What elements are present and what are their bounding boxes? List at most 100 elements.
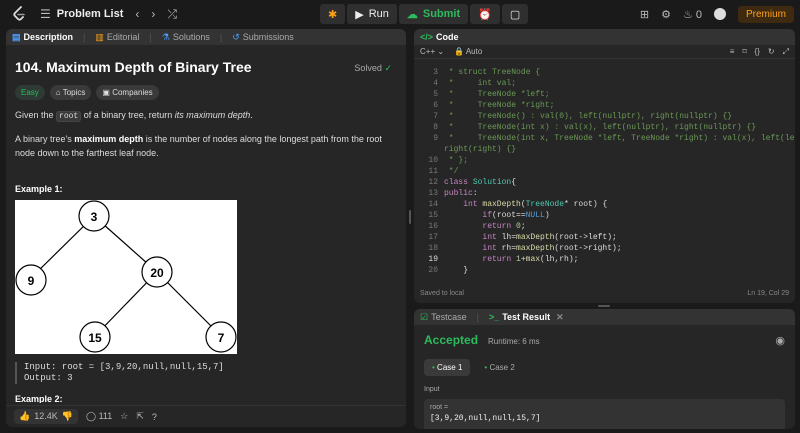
tab-test-result[interactable]: >_ Test Result ✕ [489, 312, 564, 323]
code-line[interactable]: 13 public: [414, 188, 795, 199]
code-line[interactable]: 8 * TreeNode(int x) : val(x), left(nullp… [414, 122, 795, 133]
svg-text:20: 20 [150, 266, 164, 280]
shuffle-icon[interactable]: ⤮ [167, 7, 177, 22]
horizontal-resize-handle[interactable] [598, 305, 610, 307]
like-count: 12.4K [34, 411, 58, 421]
code-line[interactable]: right(right) {} [414, 144, 795, 155]
code-line[interactable]: 12 class Solution{ [414, 177, 795, 188]
description-tabs: ▤ Description | ▥ Editorial | ⚗ Solutions |… [6, 29, 406, 45]
code-line[interactable]: 20 } [414, 265, 795, 276]
code-brackets-icon: </> [420, 32, 434, 42]
code-text: * TreeNode *right; [444, 101, 555, 110]
editor-status-bar: Saved to local Ln 19, Col 29 [420, 290, 789, 297]
code-editor[interactable]: 3 * struct TreeNode {4 * int val; 5 * Tre… [414, 67, 795, 279]
svg-text:15: 15 [88, 331, 102, 345]
code-line[interactable]: 5 * TreeNode *left; [414, 89, 795, 100]
companies-tag[interactable]: ▣ Companies [96, 85, 159, 100]
line-number: 18 [428, 244, 438, 253]
result-tabs: ☑ Testcase | >_ Test Result ✕ [414, 309, 795, 325]
code-line[interactable]: 16 return 0; [414, 221, 795, 232]
tree-node: 3 [78, 200, 110, 232]
help-icon[interactable]: ? [152, 412, 157, 422]
layout-grid-icon[interactable]: ⊞ [640, 8, 649, 21]
chevron-down-icon: ⌄ [437, 47, 445, 56]
avatar[interactable] [713, 8, 726, 20]
streak-fire-icon[interactable]: ♨ 0 [683, 8, 702, 21]
share-icon[interactable]: ⇱ [136, 411, 144, 422]
tab-submissions[interactable]: ↺ Submissions [232, 32, 294, 43]
tab-solutions[interactable]: ⚗ Solutions [162, 32, 210, 43]
code-text: } [444, 266, 469, 275]
tab-testcase[interactable]: ☑ Testcase [420, 312, 467, 323]
line-number: 11 [428, 167, 438, 176]
terminal-icon: >_ [488, 312, 500, 322]
line-number: 19 [428, 255, 438, 264]
code-line[interactable]: 17 int lh=maxDepth(root->left); [414, 232, 795, 243]
code-line[interactable]: 15 if(root==NULL) [414, 210, 795, 221]
leetcode-logo-icon[interactable] [12, 6, 26, 22]
code-line[interactable]: 6 * TreeNode *right; [414, 100, 795, 111]
tab-editorial[interactable]: ▥ Editorial [95, 32, 139, 43]
submit-button[interactable]: ☁ Submit [398, 4, 469, 24]
tab-code[interactable]: </> Code [420, 32, 459, 42]
auto-mode[interactable]: 🔒 Auto [454, 47, 482, 56]
code-line[interactable]: 19 return 1+max(lh,rh); [414, 254, 795, 265]
bug-icon: ✱ [328, 8, 338, 21]
line-number: 5 [433, 90, 438, 99]
line-number: 4 [433, 79, 438, 88]
difficulty-badge: Easy [15, 85, 45, 100]
code-text: * TreeNode() : val(0), left(nullptr), ri… [444, 112, 733, 121]
premium-button[interactable]: Premium [737, 5, 794, 23]
vertical-resize-handle[interactable] [409, 210, 411, 224]
close-icon[interactable]: ✕ [556, 312, 564, 323]
example-1-io: Input: root = [3,9,20,null,null,15,7] Ou… [15, 362, 398, 384]
timer-button[interactable]: ⏰ [470, 4, 500, 24]
problem-list-icon[interactable]: ☰ [40, 7, 51, 21]
code-text: * TreeNode *left; [444, 90, 550, 99]
code-text: return 0; [482, 222, 526, 231]
line-number: 16 [428, 222, 438, 231]
language-select[interactable]: C++ ⌄ [420, 47, 444, 56]
code-line[interactable]: 18 int rh=maxDepth(root->right); [414, 243, 795, 254]
favorite-star-icon[interactable]: ☆ [120, 411, 128, 422]
code-line[interactable]: 3 * struct TreeNode { [414, 67, 795, 78]
comments-button[interactable]: ◯ 111 [86, 411, 112, 422]
bookmark-icon[interactable]: ⌑ [742, 47, 746, 57]
line-number: 6 [433, 101, 438, 110]
braces-icon[interactable]: {} [755, 47, 760, 57]
code-text: right(right) {} [444, 145, 517, 154]
case-2-tab[interactable]: • Case 2 [476, 359, 522, 376]
thumbs-down-icon[interactable]: 👎 [62, 411, 73, 422]
fullscreen-icon[interactable]: ⤢ [783, 47, 789, 57]
code-line[interactable]: 4 * int val; [414, 78, 795, 89]
tab-divider: | [83, 32, 86, 42]
tab-description[interactable]: ▤ Description [12, 32, 73, 43]
check-circle-icon: ✓ [384, 63, 392, 73]
reset-icon[interactable]: ↻ [768, 47, 775, 57]
code-line[interactable]: 7 * TreeNode() : val(0), left(nullptr), … [414, 111, 795, 122]
line-number: 9 [433, 134, 438, 143]
code-text: int maxDepth(TreeNode* root) { [463, 200, 608, 209]
notes-button[interactable]: ▢ [501, 4, 529, 24]
page-title[interactable]: 104. Maximum Depth of Binary Tree [15, 59, 398, 75]
case-1-tab[interactable]: • Case 1 [424, 359, 471, 376]
format-icon[interactable]: ≡ [730, 47, 735, 57]
prev-problem-icon[interactable]: ‹ [135, 7, 139, 21]
book-icon: ▥ [95, 31, 104, 42]
problem-list-link[interactable]: Problem List [57, 8, 124, 20]
code-line[interactable]: 10 * }; [414, 155, 795, 166]
code-line[interactable]: 11 */ [414, 166, 795, 177]
play-icon: ▶ [355, 8, 364, 21]
eye-icon[interactable]: ◉ [775, 334, 785, 347]
result-panel: ☑ Testcase | >_ Test Result ✕ Accepted Runt… [414, 309, 795, 429]
debug-button[interactable]: ✱ [320, 4, 346, 24]
thumbs-up-icon[interactable]: 👍 [19, 411, 30, 422]
code-line[interactable]: 14 int maxDepth(TreeNode* root) { [414, 199, 795, 210]
run-button[interactable]: ▶ Run [347, 4, 397, 24]
input-box: root = [3,9,20,null,null,15,7] [424, 399, 785, 429]
settings-gear-icon[interactable]: ⚙ [661, 8, 671, 21]
topics-tag[interactable]: ⌂ Topics [49, 85, 92, 100]
tag-row: Easy ⌂ Topics ▣ Companies [15, 85, 398, 100]
next-problem-icon[interactable]: › [151, 7, 155, 21]
code-line[interactable]: 9 * TreeNode(int x, TreeNode *left, Tree… [414, 133, 795, 144]
